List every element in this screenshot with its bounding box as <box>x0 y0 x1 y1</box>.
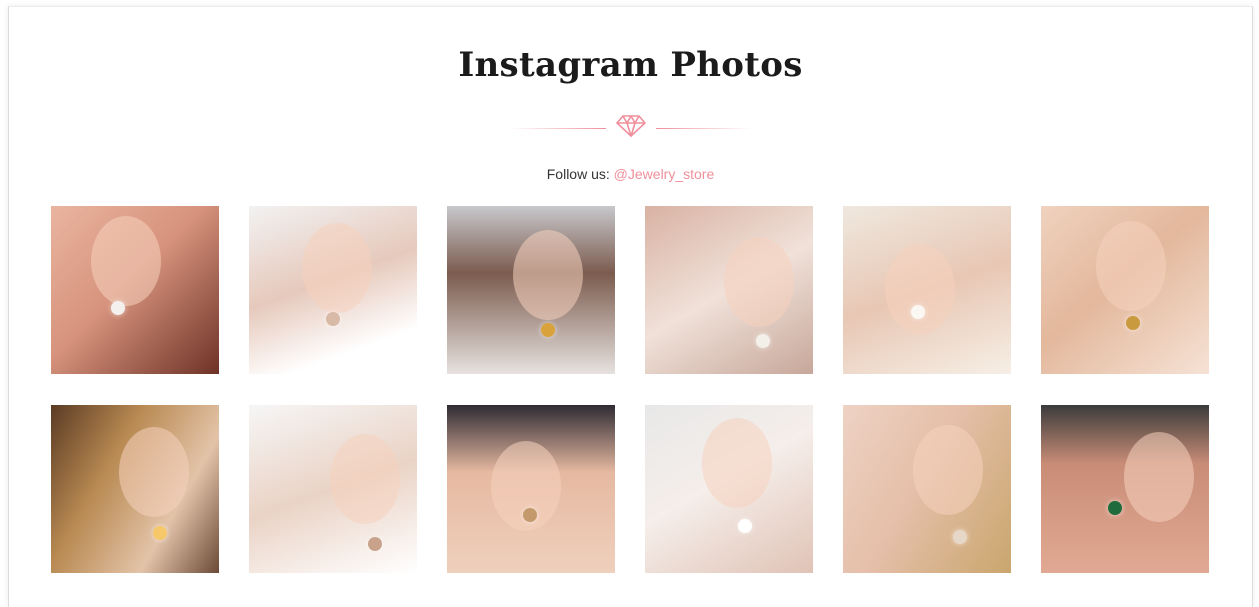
photo-jewelry-shape <box>368 537 382 551</box>
photo-jewelry-shape <box>153 526 167 540</box>
photo-pearl-bracelet[interactable] <box>645 405 813 573</box>
photo-subject-shape <box>1124 432 1194 522</box>
photo-jewelry-shape <box>523 508 537 522</box>
photo-jewelry-shape <box>738 519 752 533</box>
photo-jewelry-shape <box>111 301 125 315</box>
photo-chandelier-earrings[interactable] <box>645 206 813 374</box>
photo-image <box>447 405 615 573</box>
photo-emerald-necklace[interactable] <box>1041 405 1209 573</box>
section-title: Instagram Photos <box>458 45 803 85</box>
divider-line-left <box>509 127 606 129</box>
follow-label: Follow us: <box>546 166 614 182</box>
photo-subject-shape <box>1096 221 1166 311</box>
photo-drop-earring-white-top[interactable] <box>249 206 417 374</box>
photo-image <box>1041 206 1209 374</box>
photo-image <box>645 206 813 374</box>
photo-jewelry-shape <box>541 323 555 337</box>
photo-image <box>249 206 417 374</box>
photo-jewelry-shape <box>1126 316 1140 330</box>
photo-image <box>843 206 1011 374</box>
photo-subject-shape <box>724 237 794 327</box>
photo-subject-shape <box>913 425 983 515</box>
photo-image <box>447 206 615 374</box>
diamond-icon <box>615 114 646 143</box>
photo-woman-pendant-necklace[interactable] <box>447 206 615 374</box>
photo-image <box>645 405 813 573</box>
photo-subject-shape <box>885 244 955 334</box>
photo-subject-shape <box>91 216 161 306</box>
photo-pearl-necklace[interactable] <box>843 206 1011 374</box>
follow-us-text: Follow us: @Jewelry_store <box>9 166 1252 182</box>
photo-image <box>843 405 1011 573</box>
photo-jewelry-shape <box>756 334 770 348</box>
photo-image <box>249 405 417 573</box>
photo-subject-shape <box>119 427 189 517</box>
photo-pendant-gold-background[interactable] <box>843 405 1011 573</box>
photo-image <box>51 405 219 573</box>
photo-jewelry-shape <box>1108 501 1122 515</box>
photo-subject-shape <box>513 230 583 320</box>
instagram-handle-link[interactable]: @Jewelry_store <box>614 166 715 182</box>
photo-handbag-sunglasses[interactable] <box>447 405 615 573</box>
photo-woman-bokeh-lights[interactable] <box>51 405 219 573</box>
photo-grid <box>51 206 1209 573</box>
photo-subject-shape <box>702 418 772 508</box>
title-divider <box>9 113 1252 143</box>
photo-subject-shape <box>302 223 372 313</box>
photo-jewelry-shape <box>911 305 925 319</box>
photo-ear-cuff-earring[interactable] <box>51 206 219 374</box>
photo-jewelry-shape <box>953 530 967 544</box>
photo-jewelry-shape <box>326 312 340 326</box>
divider-line-right <box>655 127 752 129</box>
photo-image <box>51 206 219 374</box>
photo-image <box>1041 405 1209 573</box>
photo-subject-shape <box>330 434 400 524</box>
photo-woman-bridal-earrings[interactable] <box>249 405 417 573</box>
photo-gold-hoop-earrings[interactable] <box>1041 206 1209 374</box>
